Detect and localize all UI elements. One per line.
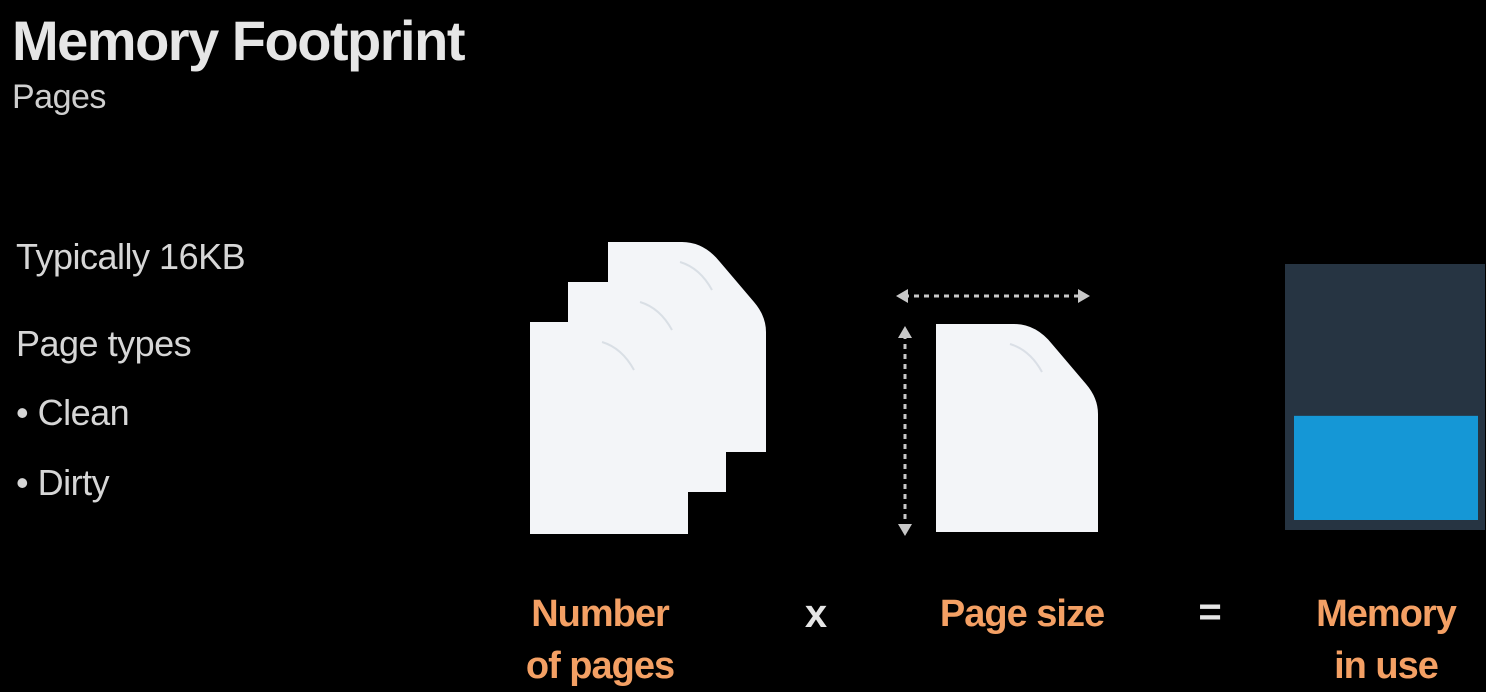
- label-memory-in-use: Memory in use: [1316, 593, 1457, 687]
- stacked-pages-icon: [530, 242, 766, 534]
- memory-used-fill: [1294, 415, 1478, 520]
- multiply-operator: x: [804, 592, 828, 636]
- page-width-arrow: [896, 289, 1090, 303]
- page-height-arrow: [898, 326, 912, 536]
- equation-illustration: [530, 242, 1485, 536]
- memory-block-icon: [1285, 264, 1485, 530]
- single-page-icon: [936, 324, 1098, 532]
- label-page-size: Page size: [939, 593, 1105, 635]
- label-number-of-pages: Number of pages: [525, 593, 675, 687]
- equals-operator: =: [1198, 590, 1222, 634]
